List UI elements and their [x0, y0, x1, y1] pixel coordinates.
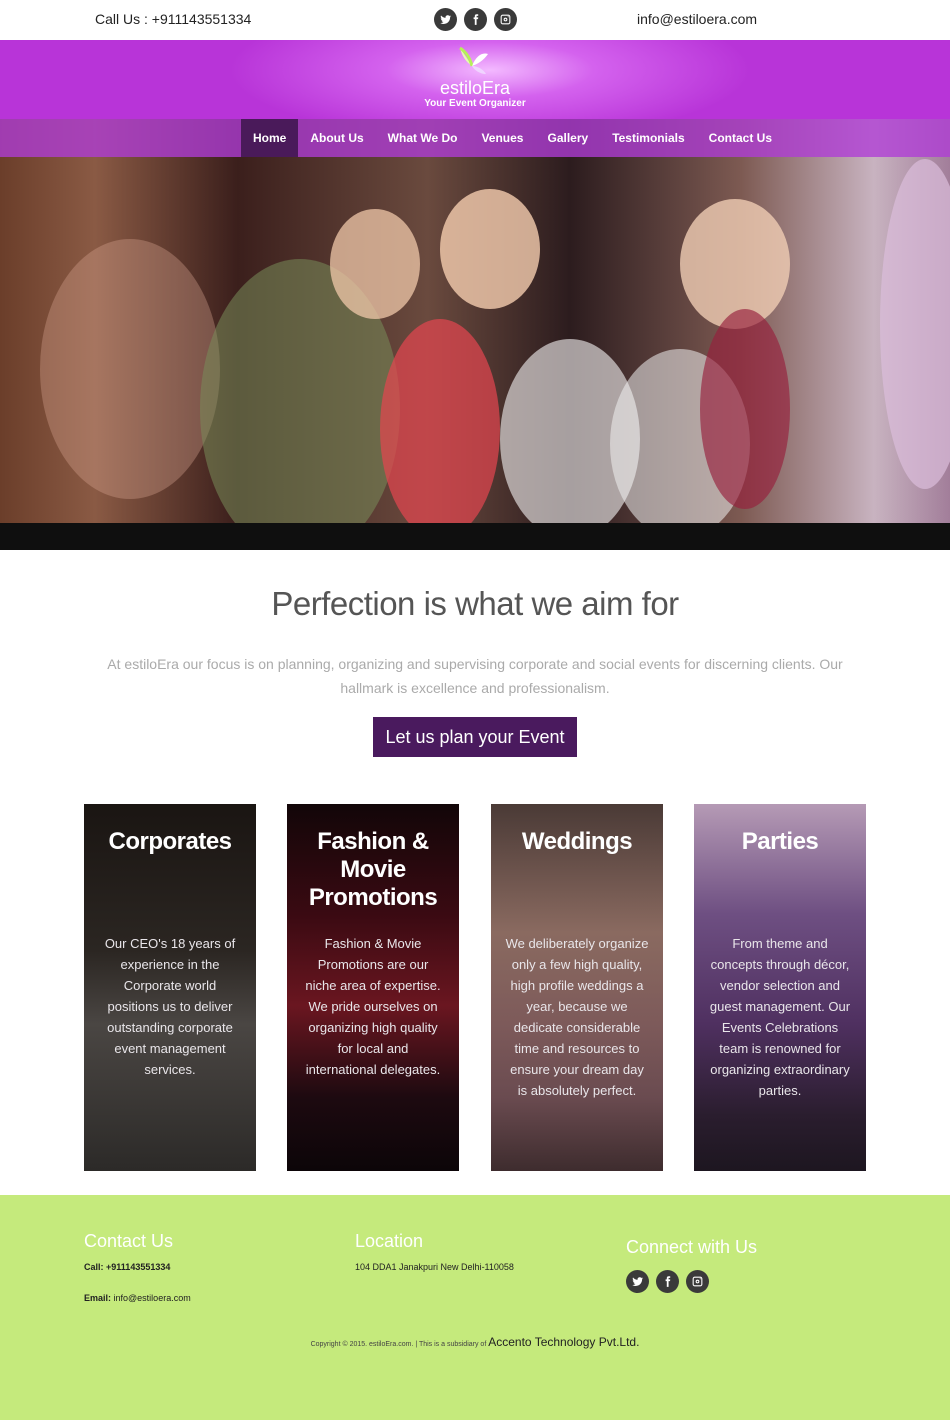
intro-title: Perfection is what we aim for — [271, 585, 679, 622]
footer-call-value[interactable]: +911143551334 — [106, 1262, 170, 1272]
footer-connect-heading: Connect with Us — [626, 1237, 758, 1257]
facebook-icon[interactable] — [464, 8, 487, 31]
service-card-text: Fashion & Movie Promotions are our niche… — [305, 936, 441, 1077]
nav-testimonials[interactable]: Testimonials — [600, 119, 696, 157]
service-card-text: From theme and concepts through décor, v… — [709, 936, 851, 1098]
service-card-title: Weddings — [521, 828, 633, 855]
footer-email-label: Email: — [84, 1293, 112, 1303]
main-nav: Home About Us What We Do Venues Gallery … — [0, 119, 950, 157]
call-us-text: Call Us : +911143551334 — [95, 11, 252, 27]
brand-tagline: Your Event Organizer — [424, 98, 526, 109]
top-bar: Call Us : +911143551334 info@estiloera.c… — [0, 0, 950, 40]
copyright-text: Copyright © 2015. estiloEra.com. | This … — [310, 1341, 487, 1348]
service-card-weddings[interactable]: Weddings We deliberately organize only a… — [491, 804, 663, 1171]
copyright-line: Copyright © 2015. estiloEra.com. | This … — [0, 1335, 950, 1349]
footer-address: 104 DDA1 Janakpuri New Delhi-110058 — [355, 1262, 514, 1272]
footer-email: Email: info@estiloera.com — [84, 1293, 191, 1303]
service-card-parties[interactable]: Parties From theme and concepts through … — [694, 804, 866, 1171]
email-text[interactable]: info@estiloera.com — [637, 11, 757, 27]
instagram-icon[interactable] — [494, 8, 517, 31]
hero-bottom-bar — [0, 523, 950, 550]
hero-image — [0, 119, 950, 523]
intro-text: At estiloEra our focus is on planning, o… — [107, 656, 843, 696]
footer-call: Call: +911143551334 — [84, 1262, 170, 1272]
nav-about-us[interactable]: About Us — [298, 119, 375, 157]
service-card-title: Parties — [741, 828, 819, 855]
twitter-icon[interactable] — [434, 8, 457, 31]
service-card-fashion[interactable]: Fashion & Movie Promotions Fashion & Mov… — [287, 804, 459, 1171]
service-card-text: We deliberately organize only a few high… — [505, 936, 649, 1098]
plan-event-button[interactable]: Let us plan your Event — [373, 717, 577, 757]
instagram-icon[interactable] — [686, 1270, 709, 1293]
footer-call-label: Call: — [84, 1262, 104, 1272]
brand-name[interactable]: estiloEra — [0, 78, 950, 99]
nav-venues[interactable]: Venues — [469, 119, 535, 157]
service-card-title: Fashion & Movie Promotions — [308, 828, 438, 911]
footer-contact-heading: Contact Us — [84, 1231, 174, 1251]
footer-email-value[interactable]: info@estiloera.com — [114, 1293, 191, 1303]
nav-contact-us[interactable]: Contact Us — [697, 119, 784, 157]
service-card-text: Our CEO's 18 years of experience in the … — [104, 936, 236, 1077]
nav-what-we-do[interactable]: What We Do — [376, 119, 470, 157]
nav-gallery[interactable]: Gallery — [535, 119, 600, 157]
footer: Contact Us Call: +911143551334 Email: in… — [0, 1195, 950, 1420]
footer-social-links — [626, 1270, 709, 1293]
butterfly-logo-icon[interactable] — [452, 46, 492, 78]
twitter-icon[interactable] — [626, 1270, 649, 1293]
footer-location-heading: Location — [355, 1231, 424, 1251]
company-link[interactable]: Accento Technology Pvt.Ltd. — [488, 1335, 639, 1349]
facebook-icon[interactable] — [656, 1270, 679, 1293]
service-card-title: Corporates — [108, 828, 232, 855]
service-card-corporates[interactable]: Corporates Our CEO's 18 years of experie… — [84, 804, 256, 1171]
brand-header: estiloEra Your Event Organizer — [0, 40, 950, 119]
top-social-links — [434, 8, 517, 31]
nav-home[interactable]: Home — [241, 119, 299, 157]
